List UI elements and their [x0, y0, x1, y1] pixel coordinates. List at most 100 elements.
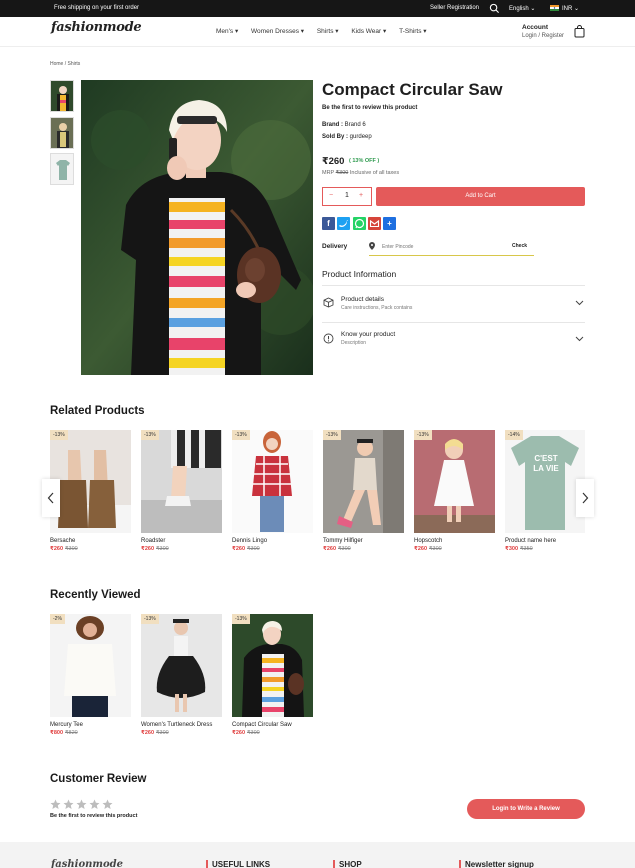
discount-badge: -13% [141, 430, 159, 440]
nav-item-mens[interactable]: Men's ▾ [216, 27, 238, 35]
product-name[interactable]: Mercury Tee [50, 721, 131, 729]
product-card[interactable]: -13% Hopscotch ₹260 ₹300 [414, 430, 495, 552]
language-selector[interactable]: English ⌄ [509, 5, 535, 12]
carousel-next-button[interactable] [576, 479, 594, 517]
product-price: ₹300 ₹350 [505, 546, 585, 552]
product-name[interactable]: Tommy Hilfiger [323, 537, 404, 545]
sale-price: ₹260 [50, 546, 64, 552]
login-register-link[interactable]: Login / Register [522, 33, 564, 39]
product-image[interactable]: -13% [232, 614, 313, 717]
add-to-cart-button[interactable]: Add to Cart [376, 187, 585, 206]
site-header: fashionmode Men's ▾ Women Dresses ▾ Shir… [0, 17, 635, 47]
seller-registration-link[interactable]: Seller Registration [430, 5, 479, 11]
share-plus-icon[interactable]: + [383, 217, 396, 230]
discount-badge: -13% [141, 614, 159, 624]
qty-value[interactable]: 1 [345, 192, 349, 199]
product-image[interactable]: -13% [141, 614, 222, 717]
discount-badge: -13% [323, 430, 341, 440]
original-price: ₹820 [65, 730, 78, 736]
product-card[interactable]: -13% Women's Turtleneck Dress ₹260 ₹300 [141, 614, 222, 736]
package-icon [323, 297, 334, 308]
seller-value: gurdeep [348, 134, 372, 140]
carousel-prev-button[interactable] [42, 479, 60, 517]
chevron-down-icon[interactable] [575, 336, 584, 342]
nav-item-shirts[interactable]: Shirts ▾ [317, 27, 339, 35]
site-logo[interactable]: fashionmode [51, 20, 142, 35]
gmail-icon[interactable] [368, 217, 381, 230]
main-nav: Men's ▾ Women Dresses ▾ Shirts ▾ Kids We… [216, 27, 438, 35]
top-announcement-bar: Free shipping on your first order Seller… [0, 0, 635, 17]
qty-plus-button[interactable]: + [359, 192, 363, 199]
product-name[interactable]: Product name here [505, 537, 585, 545]
search-icon[interactable] [489, 3, 500, 14]
product-card[interactable]: -13% Bersache ₹260 ₹300 [50, 430, 131, 552]
twitter-icon[interactable] [337, 217, 350, 230]
product-details-subtitle: Care instructions, Pack contains [341, 305, 413, 311]
know-your-product-subtitle: Description [341, 340, 367, 346]
know-your-product-title[interactable]: Know your product [341, 331, 395, 338]
breadcrumb[interactable]: Home / Shirts [50, 61, 80, 67]
divider [322, 285, 585, 286]
product-image[interactable]: -13% [232, 430, 313, 533]
discount-badge: -2% [50, 614, 65, 624]
brand-value: Brand 6 [343, 122, 366, 128]
site-footer: fashionmode USEFUL LINKS SHOP Newsletter… [0, 842, 635, 868]
pincode-input[interactable] [382, 241, 512, 253]
product-information-heading: Product Information [322, 269, 397, 279]
original-price: ₹300 [338, 546, 351, 552]
product-name[interactable]: Roadster [141, 537, 222, 545]
product-card[interactable]: -13% Roadster ₹260 ₹300 [141, 430, 222, 552]
product-card[interactable]: -13% Compact Circular Saw ₹260 ₹300 [232, 614, 313, 736]
product-image[interactable]: -13% [141, 430, 222, 533]
product-card[interactable]: -13% Dennis Lingo ₹260 ₹300 [232, 430, 313, 552]
product-image[interactable]: -13% [414, 430, 495, 533]
currency-selector[interactable]: INR ⌄ [562, 5, 579, 12]
review-prompt[interactable]: Be the first to review this product [322, 105, 417, 111]
product-card[interactable]: -2% Mercury Tee ₹800 ₹820 [50, 614, 131, 736]
product-main-image[interactable] [81, 80, 313, 375]
mrp-line: MRP ₹300 Inclusive of all taxes [322, 170, 399, 176]
review-prompt: Be the first to review this product [50, 813, 138, 819]
account-label: Account [522, 24, 548, 31]
product-name[interactable]: Bersache [50, 537, 131, 545]
product-card[interactable]: C'EST LA VIE -14% Product name here ₹300… [505, 430, 585, 552]
nav-item-women-dresses[interactable]: Women Dresses ▾ [251, 27, 304, 35]
pincode-underline [369, 255, 534, 256]
discount-badge: -13% [414, 430, 432, 440]
product-price: ₹260 ₹300 [50, 546, 131, 552]
gallery-thumbnail[interactable] [50, 117, 74, 149]
product-details-title[interactable]: Product details [341, 296, 384, 303]
footer-logo[interactable]: fashionmode [51, 859, 123, 868]
shopping-bag-icon[interactable] [574, 25, 585, 38]
discount-percent: ( 13% OFF ) [349, 158, 380, 164]
product-name[interactable]: Hopscotch [414, 537, 495, 545]
product-name[interactable]: Compact Circular Saw [232, 721, 313, 729]
sold-by-label: Sold By : [322, 134, 349, 140]
login-to-review-button[interactable]: Login to Write a Review [467, 799, 585, 819]
chevron-down-icon[interactable] [575, 300, 584, 306]
product-price: ₹260 ₹300 [414, 546, 495, 552]
product-image[interactable]: -13% [50, 430, 131, 533]
gallery-thumbnail[interactable] [50, 80, 74, 112]
product-image[interactable]: -2% [50, 614, 131, 717]
product-image[interactable]: -13% [323, 430, 404, 533]
original-price: ₹300 [247, 546, 260, 552]
india-flag-icon [550, 5, 559, 11]
product-name[interactable]: Women's Turtleneck Dress [141, 721, 222, 729]
whatsapp-icon[interactable] [353, 217, 366, 230]
nav-item-kids-wear[interactable]: Kids Wear ▾ [351, 27, 386, 35]
info-icon [323, 333, 334, 344]
original-price: ₹300 [156, 546, 169, 552]
original-price: ₹300 [65, 546, 78, 552]
qty-minus-button[interactable]: − [329, 192, 333, 199]
chevron-right-icon [582, 492, 589, 504]
check-pincode-button[interactable]: Check [512, 243, 527, 249]
account-menu[interactable]: Account Login / Register [522, 24, 564, 39]
product-image[interactable]: C'EST LA VIE -14% [505, 430, 585, 533]
gallery-thumbnail[interactable] [50, 153, 74, 185]
facebook-icon[interactable]: f [322, 217, 335, 230]
product-card[interactable]: -13% Tommy Hilfiger ₹260 ₹300 [323, 430, 404, 552]
product-name[interactable]: Dennis Lingo [232, 537, 313, 545]
original-price: ₹300 [156, 730, 169, 736]
nav-item-t-shirts[interactable]: T-Shirts ▾ [399, 27, 426, 35]
